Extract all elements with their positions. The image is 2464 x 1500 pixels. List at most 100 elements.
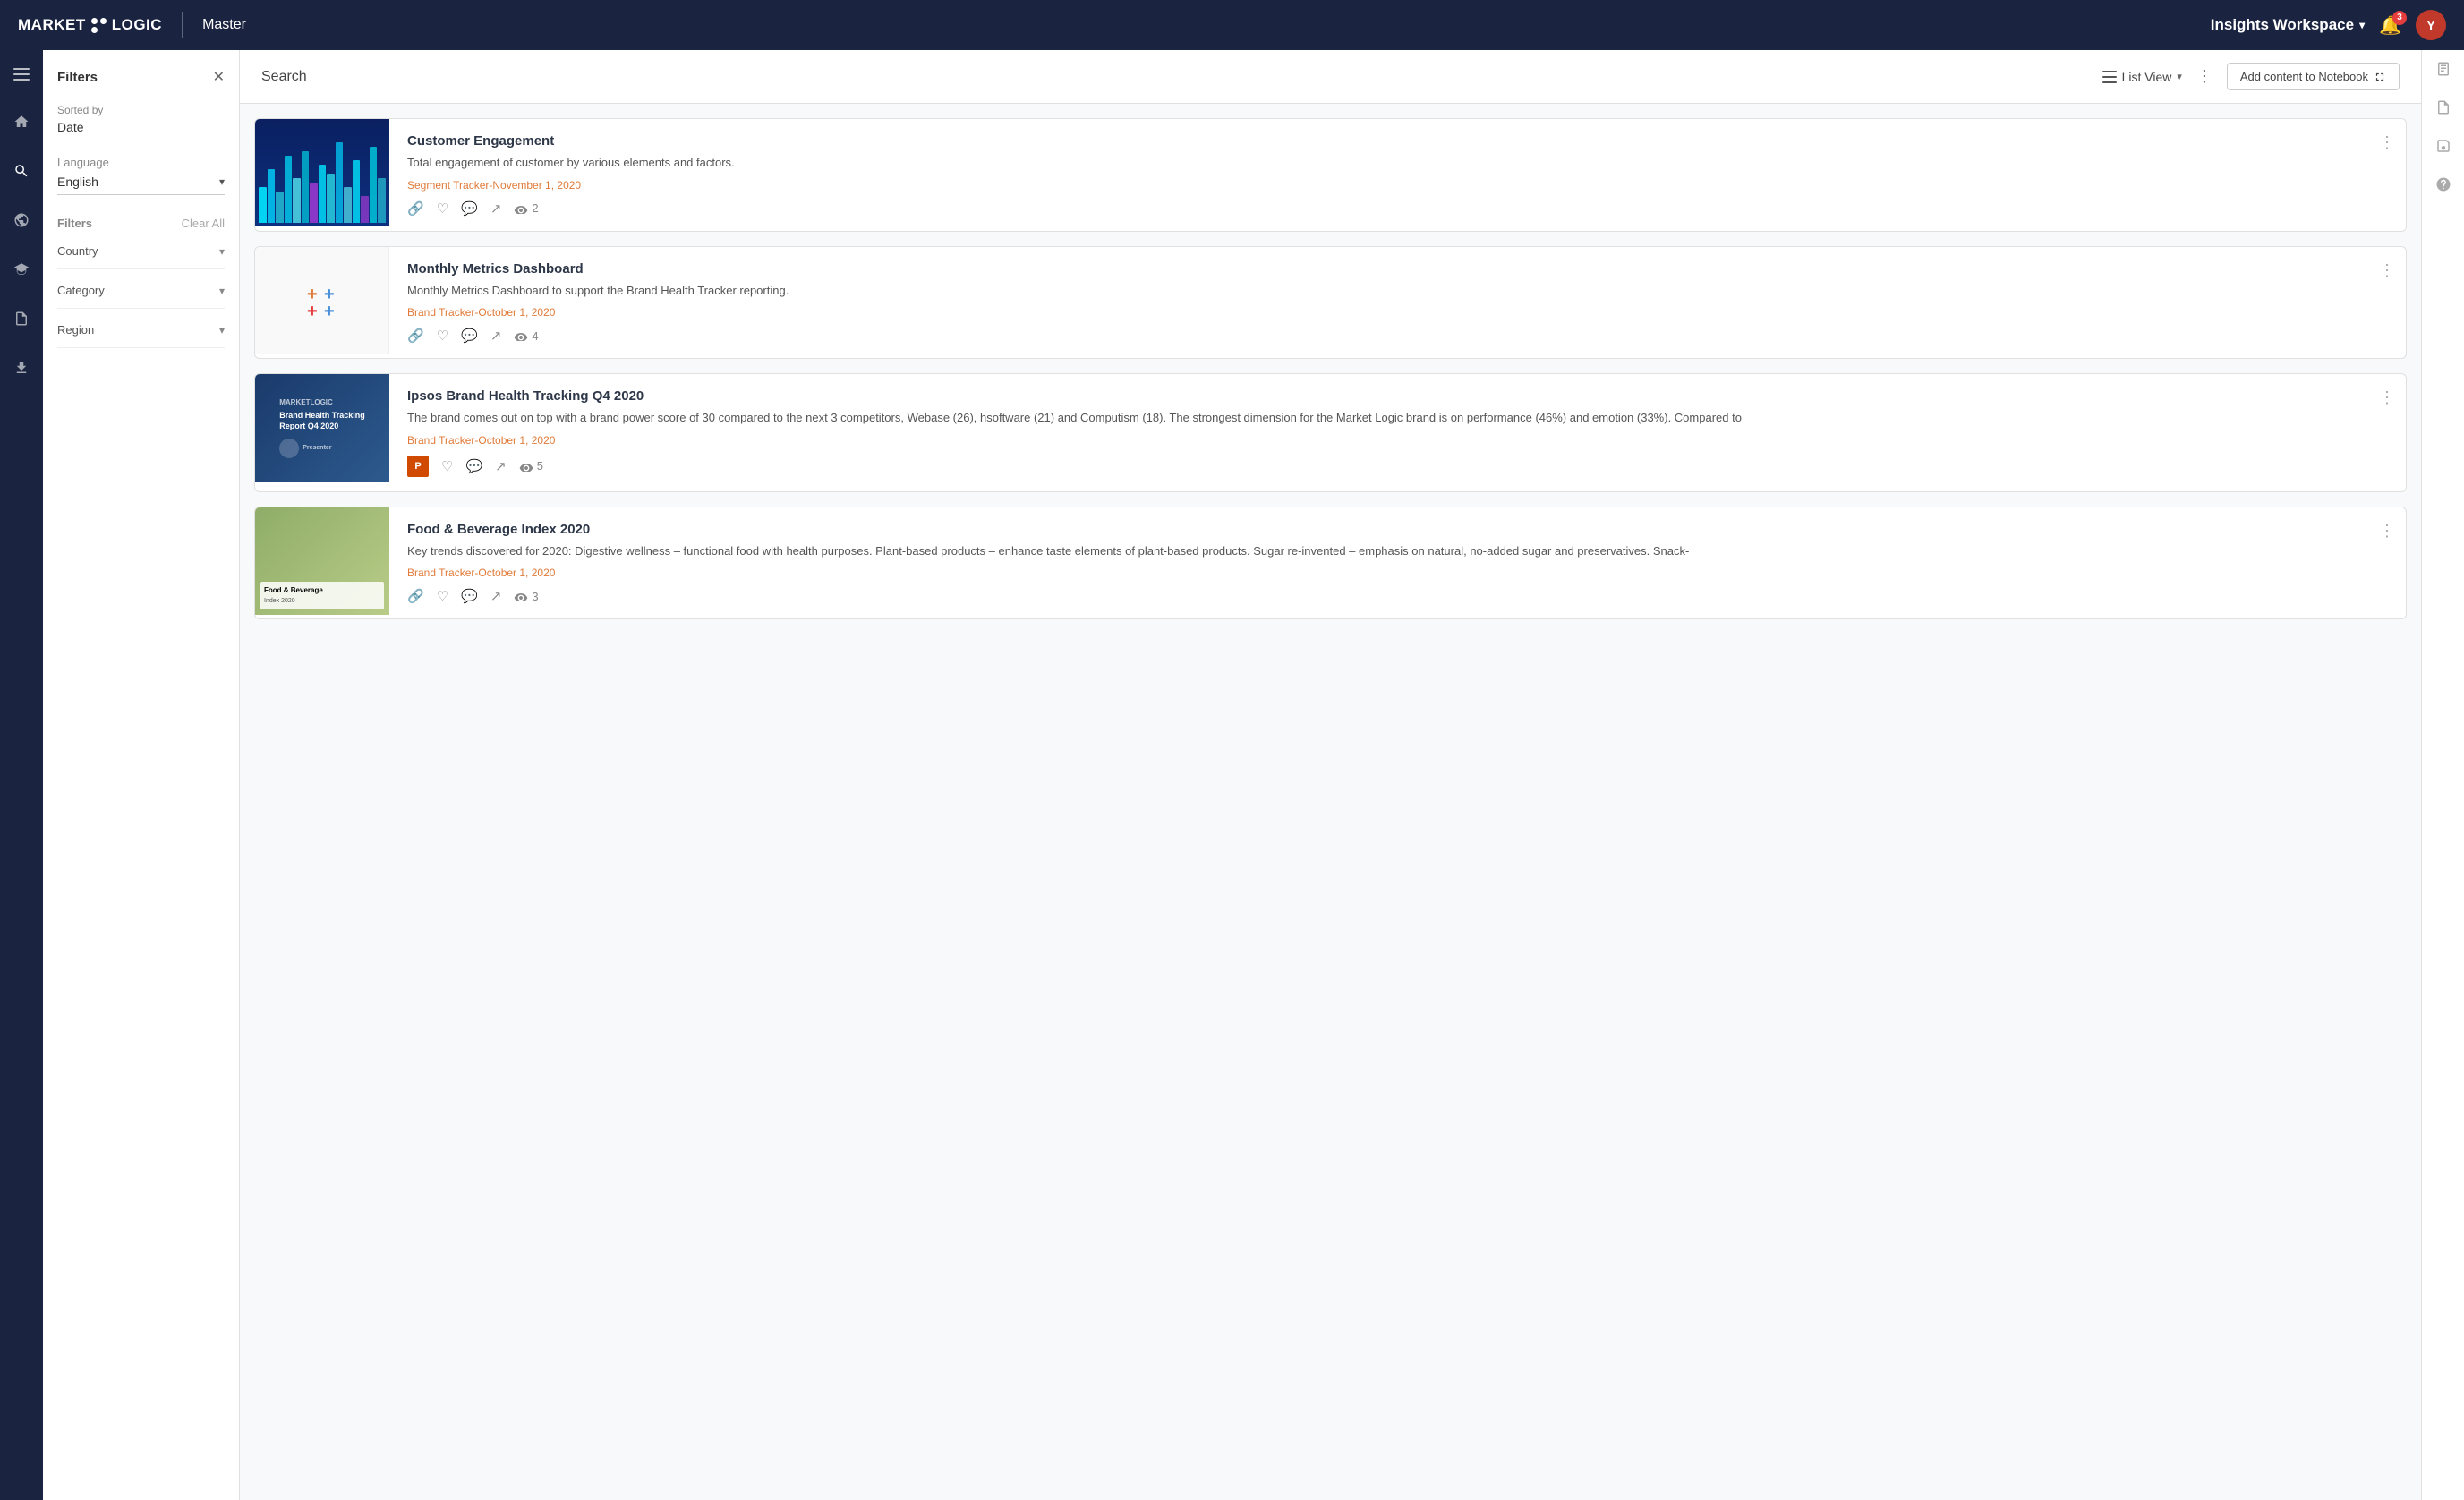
link-icon[interactable]: 🔗 [407,588,424,604]
content-area: Search List View ▾ ⋮ Add content to Note… [240,50,2421,1500]
expand-icon [2374,71,2386,83]
result-more-button[interactable]: ⋮ [2379,388,2395,407]
result-body: Customer Engagement Total engagement of … [389,119,2368,231]
list-view-arrow-icon: ▾ [2177,71,2182,82]
result-overflow: ⋮ [2368,374,2406,491]
result-meta: Brand Tracker-October 1, 2020 [407,567,2350,579]
user-avatar[interactable]: Y [2416,10,2446,40]
language-dropdown[interactable]: English ▾ [57,175,225,195]
result-more-button[interactable]: ⋮ [2379,261,2395,280]
language-label: Language [57,156,225,169]
link-icon[interactable]: 🔗 [407,328,424,344]
view-count: 4 [514,329,538,343]
share-icon[interactable]: ↗ [490,328,502,344]
help-panel-button[interactable] [2435,176,2451,197]
filters-sublabel: Filters [57,217,92,230]
sidebar-home-button[interactable] [8,108,35,140]
result-actions: 🔗 ♡ 💬 ↗ 2 [407,200,2350,217]
result-thumbnail [255,119,389,226]
result-more-button[interactable]: ⋮ [2379,522,2395,541]
result-overflow: ⋮ [2368,247,2406,359]
result-title: Customer Engagement [407,133,2350,149]
result-item: + + + + Monthly Metrics Dashboard Monthl… [254,246,2407,360]
add-notebook-button[interactable]: Add content to Notebook [2227,63,2400,90]
food-thumbnail: Food & Beverage Index 2020 [255,507,389,615]
result-meta: Segment Tracker-November 1, 2020 [407,179,2350,192]
like-icon[interactable]: ♡ [437,328,448,344]
nav-divider [182,12,183,38]
share-icon[interactable]: ↗ [495,458,507,474]
notebook-panel-button[interactable] [2435,61,2451,81]
share-icon[interactable]: ↗ [490,200,502,217]
powerpoint-icon: P [407,456,429,477]
filter-close-button[interactable]: ✕ [213,68,225,86]
result-actions: P ♡ 💬 ↗ 5 [407,456,2350,477]
sorted-by-label: Sorted by [57,104,225,116]
result-list: Customer Engagement Total engagement of … [240,104,2421,648]
result-body: Ipsos Brand Health Tracking Q4 2020 The … [389,374,2368,491]
sidebar-search-button[interactable] [8,158,35,189]
save-panel-button[interactable] [2435,138,2451,158]
result-item: Food & Beverage Index 2020 Food & Bevera… [254,507,2407,620]
logo-circles [91,18,107,33]
document-panel-button[interactable] [2435,99,2451,120]
sort-section: Sorted by Date [57,104,225,134]
chart-visualization [255,139,389,226]
sidebar-collapse-button[interactable] [8,61,35,90]
like-icon[interactable]: ♡ [441,458,453,474]
logo[interactable]: MARKET LOGIC [18,16,162,34]
result-description: The brand comes out on top with a brand … [407,409,2350,427]
result-overflow: ⋮ [2368,507,2406,619]
result-title: Monthly Metrics Dashboard [407,261,2350,277]
category-filter-toggle[interactable]: Category ▾ [57,284,225,297]
nav-right: Insights Workspace 🔔 3 Y [2211,10,2446,40]
filters-section: Filters Clear All Country ▾ Category ▾ [57,217,225,348]
language-value: English [57,175,98,189]
sort-value: Date [57,120,225,134]
result-overflow: ⋮ [2368,119,2406,231]
nav-master-label: Master [202,17,246,33]
main-layout: Filters ✕ Sorted by Date Language Englis… [0,50,2464,1500]
content-header: Search List View ▾ ⋮ Add content to Note… [240,50,2421,104]
region-arrow-icon: ▾ [219,324,225,337]
like-icon[interactable]: ♡ [437,588,448,604]
language-section: Language English ▾ [57,156,225,195]
notification-button[interactable]: 🔔 3 [2379,14,2401,37]
clear-all-button[interactable]: Clear All [182,217,225,230]
add-notebook-label: Add content to Notebook [2240,70,2368,83]
country-arrow-icon: ▾ [219,245,225,258]
share-icon[interactable]: ↗ [490,588,502,604]
region-filter: Region ▾ [57,323,225,348]
region-label: Region [57,323,94,337]
content-more-button[interactable]: ⋮ [2196,67,2212,86]
workspace-switcher[interactable]: Insights Workspace [2211,16,2365,34]
like-icon[interactable]: ♡ [437,200,448,217]
result-actions: 🔗 ♡ 💬 ↗ 4 [407,328,2350,344]
result-actions: 🔗 ♡ 💬 ↗ 3 [407,588,2350,604]
link-icon[interactable]: 🔗 [407,200,424,217]
avatar-initial: Y [2426,18,2434,32]
notebook-icon [2435,61,2451,77]
result-thumbnail: + + + + [255,247,389,354]
view-count: 5 [519,459,543,473]
region-filter-toggle[interactable]: Region ▾ [57,323,225,337]
comment-icon[interactable]: 💬 [461,588,478,604]
eye-icon [514,330,528,341]
result-more-button[interactable]: ⋮ [2379,133,2395,152]
comment-icon[interactable]: 💬 [465,458,482,474]
result-body: Monthly Metrics Dashboard Monthly Metric… [389,247,2368,359]
comment-icon[interactable]: 💬 [461,200,478,217]
result-description: Total engagement of customer by various … [407,154,2350,172]
category-label: Category [57,284,105,297]
sidebar-academy-button[interactable] [8,256,35,287]
list-view-toggle[interactable]: List View ▾ [2102,70,2182,84]
result-item: MARKETLOGIC Brand Health TrackingReport … [254,373,2407,492]
view-count: 3 [514,590,538,603]
eye-icon [514,203,528,214]
comment-icon[interactable]: 💬 [461,328,478,344]
result-description: Key trends discovered for 2020: Digestiv… [407,542,2350,560]
country-filter-toggle[interactable]: Country ▾ [57,244,225,258]
sidebar-globe-button[interactable] [8,207,35,238]
sidebar-upload-button[interactable] [8,354,35,386]
sidebar-reports-button[interactable] [8,305,35,337]
